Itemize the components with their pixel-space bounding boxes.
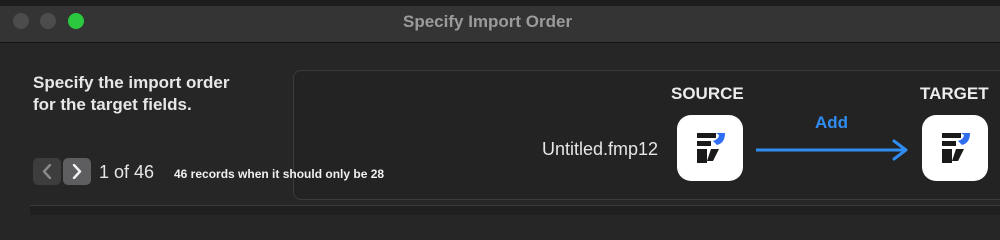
chevron-right-icon [72,164,82,179]
previous-record-button[interactable] [33,158,61,185]
instructions-line-2: for the target fields. [33,95,192,114]
next-record-button[interactable] [63,158,91,185]
instructions-line-1: Specify the import order [33,73,230,92]
chevron-left-icon [42,164,52,179]
mapping-panel [293,70,1000,200]
filemaker-app-icon [922,115,988,181]
field-list-area [30,205,1000,215]
annotation-note: 46 records when it should only be 28 [174,167,385,181]
window-title: Specify Import Order [403,12,573,31]
add-action-label[interactable]: Add [815,113,848,133]
filemaker-app-icon [677,115,743,181]
record-counter: 1 of 46 [99,162,155,182]
titlebar-top-strip [0,0,1000,6]
source-file-name: Untitled.fmp12 [542,139,659,159]
window-titlebar: Specify Import Order [0,0,1000,43]
instructions-text: Specify the import order for the target … [33,72,283,116]
mapping-arrow-icon [756,139,908,161]
target-header: TARGET [920,84,989,103]
source-header: SOURCE [671,84,744,103]
